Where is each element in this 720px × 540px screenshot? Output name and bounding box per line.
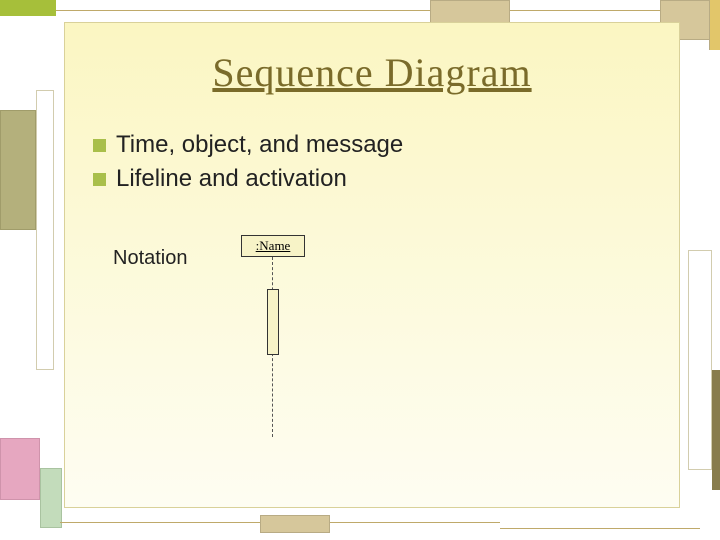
decoration bbox=[36, 90, 54, 370]
decoration bbox=[500, 528, 700, 529]
bullet-list: Time, object, and message Lifeline and a… bbox=[93, 131, 403, 199]
slide-body: Sequence Diagram Time, object, and messa… bbox=[64, 22, 680, 508]
decoration bbox=[260, 515, 330, 533]
decoration bbox=[0, 110, 36, 230]
bullet-text: Lifeline and activation bbox=[116, 165, 347, 193]
list-item: Time, object, and message bbox=[93, 131, 403, 159]
bullet-icon bbox=[93, 139, 106, 152]
slide-title: Sequence Diagram bbox=[65, 49, 679, 96]
decoration bbox=[709, 0, 720, 50]
decoration bbox=[712, 370, 720, 490]
uml-activation-bar bbox=[267, 289, 279, 355]
uml-object-box: :Name bbox=[241, 235, 305, 257]
decoration bbox=[0, 0, 56, 16]
decoration bbox=[0, 438, 40, 500]
notation-label: Notation bbox=[113, 247, 188, 270]
decoration bbox=[40, 468, 62, 528]
slide-stage: Sequence Diagram Time, object, and messa… bbox=[0, 0, 720, 540]
list-item: Lifeline and activation bbox=[93, 165, 403, 193]
uml-object-label: :Name bbox=[256, 238, 291, 254]
uml-notation: :Name bbox=[241, 235, 361, 455]
bullet-text: Time, object, and message bbox=[116, 131, 403, 159]
decoration bbox=[688, 250, 712, 470]
decoration bbox=[56, 10, 720, 11]
bullet-icon bbox=[93, 173, 106, 186]
